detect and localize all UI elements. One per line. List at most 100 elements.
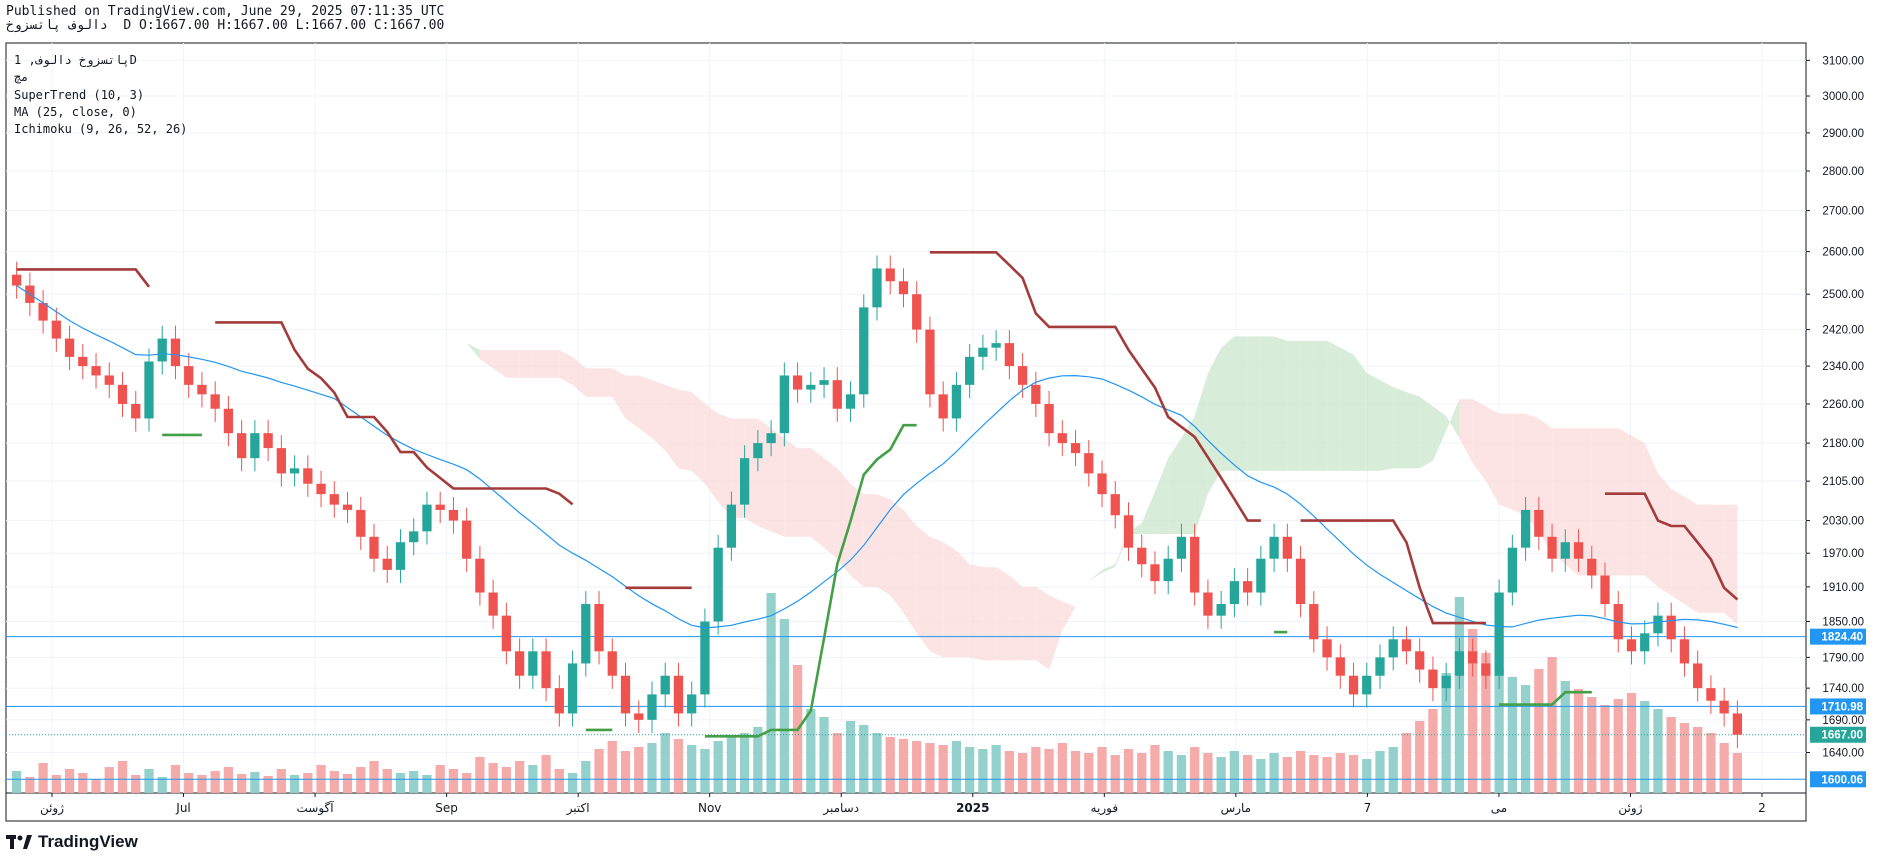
cloud-segment — [1393, 387, 1407, 469]
candle-body — [237, 433, 247, 459]
candle-body — [91, 366, 101, 376]
candle-body — [1348, 675, 1359, 695]
cloud-segment — [1009, 575, 1023, 661]
volume-bar — [766, 593, 776, 793]
volume-bar — [925, 743, 935, 793]
cloud-segment — [1472, 399, 1486, 482]
candle-body — [369, 536, 379, 559]
candle-body — [991, 343, 1001, 348]
supertrend-segment — [215, 321, 574, 506]
volume-bar — [104, 767, 114, 793]
volume-bar — [1229, 751, 1240, 793]
volume-bar — [1242, 755, 1253, 793]
legend-subline: مچ — [14, 70, 28, 84]
candle-body — [1653, 615, 1663, 634]
cloud-segment — [1446, 399, 1460, 439]
volume-bar — [1547, 657, 1557, 793]
candle-body — [1388, 639, 1398, 658]
cloud-segment — [1035, 586, 1050, 670]
cloud-segment — [982, 567, 997, 661]
volume-bar — [1573, 689, 1584, 793]
y-tick-label: 2105.00 — [1822, 476, 1864, 488]
volume-bar — [210, 771, 220, 793]
volume-bar — [687, 745, 697, 793]
cloud-segment — [784, 438, 798, 537]
cloud-segment — [1049, 595, 1063, 670]
cloud-segment — [1631, 435, 1645, 576]
cloud-segment — [1406, 391, 1420, 469]
volume-bar — [951, 741, 962, 793]
cloud-segment — [1499, 413, 1513, 510]
candle-body — [1494, 592, 1504, 676]
volume-bar — [1017, 753, 1028, 793]
volume-bar — [1176, 755, 1187, 793]
candle-body — [1216, 604, 1226, 616]
volume-bar — [898, 739, 909, 793]
y-tick-label: 2180.00 — [1822, 438, 1864, 450]
candle-body — [303, 468, 313, 484]
chart-canvas[interactable]: 1824.40 1710.98 1600.06 1667.00 3100.00 3000… — [0, 0, 1878, 858]
hline-label: 1600.06 — [1821, 774, 1863, 786]
x-tick-label: دسامبر — [822, 801, 859, 816]
volume-bar — [965, 747, 975, 793]
candle-body — [51, 320, 61, 339]
candle-body — [1031, 384, 1041, 404]
candle-body — [223, 408, 234, 434]
candle-body — [197, 384, 207, 395]
volume-bar — [184, 773, 194, 793]
candle-body — [1335, 657, 1345, 676]
volume-bar — [607, 741, 617, 793]
volume-bar — [1150, 745, 1160, 793]
volume-bar — [1295, 751, 1306, 793]
candle-body — [170, 338, 181, 367]
candle-body — [938, 394, 948, 419]
tradingview-logo[interactable]: TradingView — [6, 832, 138, 852]
volume-bar — [1362, 759, 1372, 793]
volume-bar — [1269, 753, 1279, 793]
cloud-segment — [572, 356, 586, 397]
cloud-segment — [810, 448, 825, 548]
candle-body — [475, 558, 485, 593]
cloud-segment — [1141, 491, 1155, 535]
cloud-segment — [824, 458, 838, 559]
candle-body — [1626, 639, 1637, 652]
volume-bar — [369, 761, 379, 793]
candle-body — [647, 694, 657, 720]
volume-bar — [991, 745, 1001, 793]
x-tick-label: ژوئن — [40, 801, 64, 816]
volume-bar — [1110, 755, 1120, 793]
volume-bar — [1732, 753, 1743, 793]
y-tick-label: 2260.00 — [1822, 399, 1864, 411]
cloud-segment — [1710, 504, 1725, 613]
cloud-segment — [1340, 347, 1354, 471]
volume-bar — [1123, 749, 1134, 793]
candle-body — [1547, 536, 1557, 559]
cloud-segment — [1724, 504, 1738, 625]
candle-body — [289, 468, 300, 474]
cloud-segment — [1154, 458, 1169, 535]
cloud-segment — [387, 302, 401, 312]
volume-bar — [541, 755, 551, 793]
candle-body — [700, 621, 710, 695]
cloud-segment — [1313, 340, 1328, 471]
candle-body — [925, 329, 935, 395]
y-tick-label: 2500.00 — [1822, 289, 1864, 301]
volume-bar — [1031, 747, 1041, 793]
candle-body — [1520, 509, 1531, 548]
volume-bar — [845, 721, 856, 793]
candle-body — [1229, 581, 1240, 605]
candle-body — [1679, 639, 1690, 664]
y-tick-label: 1970.00 — [1822, 548, 1864, 560]
cloud-segment — [890, 499, 904, 613]
time-axis: ژوئن Jul آگوست Sep اکتبر Nov دسامبر 2025 فوریه ما… — [40, 793, 1766, 816]
last-price-label: 1667.00 — [1821, 730, 1863, 742]
candle-body — [422, 504, 432, 532]
volume-bar — [1004, 751, 1014, 793]
candle-body — [594, 604, 604, 652]
volume-bar — [514, 761, 525, 793]
cloud-segment — [1605, 428, 1619, 576]
candle-body — [766, 433, 776, 444]
y-tick-label: 1910.00 — [1822, 582, 1864, 594]
cloud-segment — [1247, 336, 1261, 471]
candle-body — [1256, 558, 1266, 593]
